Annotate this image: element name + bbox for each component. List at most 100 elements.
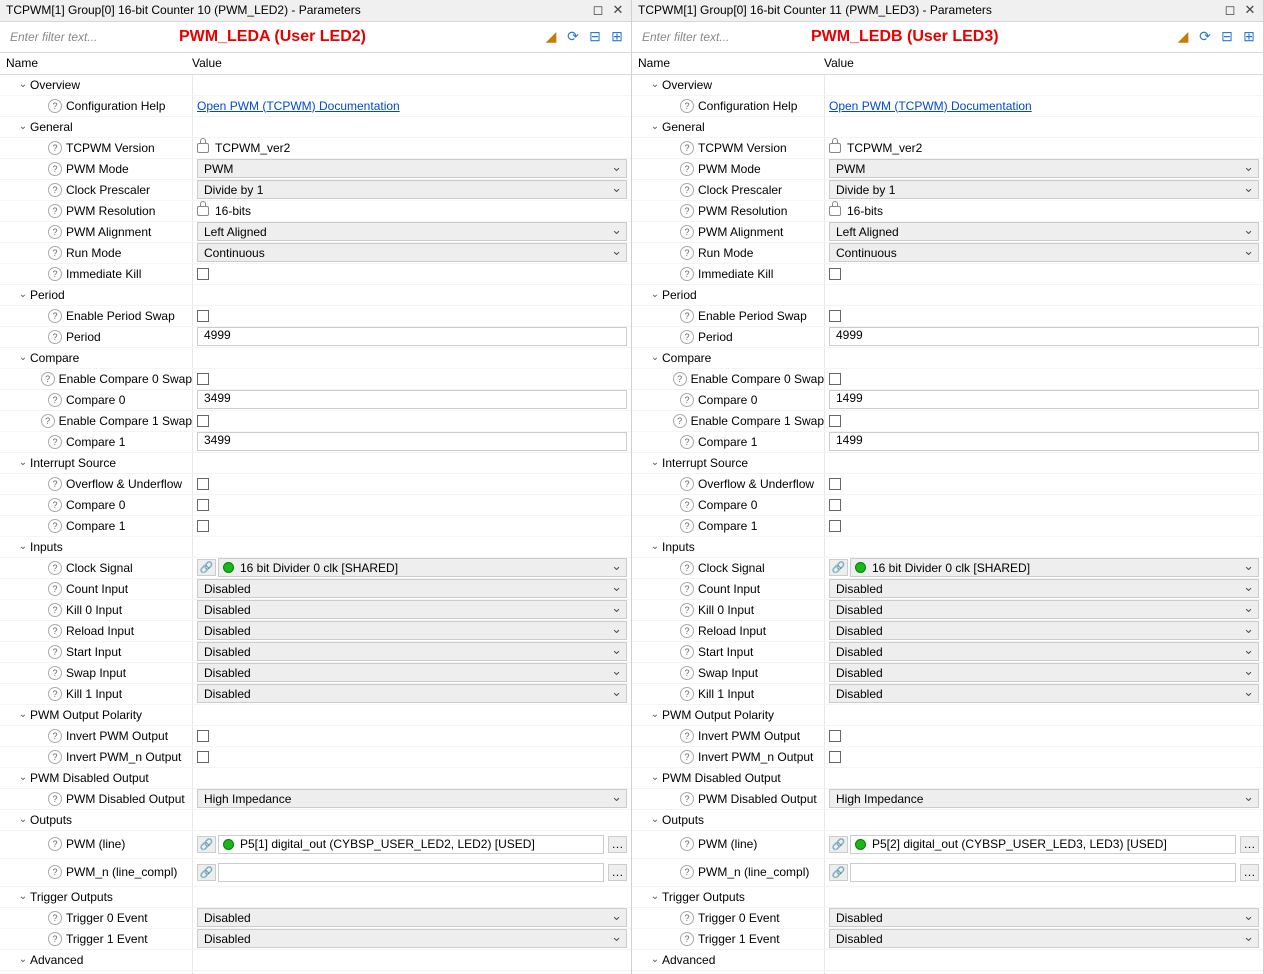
help-icon[interactable]: ? <box>680 750 694 764</box>
doc-link[interactable]: Open PWM (TCPWM) Documentation <box>829 99 1032 113</box>
help-icon[interactable]: ? <box>680 645 694 659</box>
kill1-input-dropdown[interactable]: Disabled <box>829 684 1259 703</box>
help-icon[interactable]: ? <box>48 141 62 155</box>
chevron-down-icon[interactable]: ⌄ <box>648 541 662 552</box>
help-icon[interactable]: ? <box>48 309 62 323</box>
help-icon[interactable]: ? <box>48 729 62 743</box>
help-icon[interactable]: ? <box>48 267 62 281</box>
help-icon[interactable]: ? <box>48 750 62 764</box>
chevron-down-icon[interactable]: ⌄ <box>16 954 30 965</box>
enable-compare1-swap-checkbox[interactable] <box>829 415 841 427</box>
invert-pwm-checkbox[interactable] <box>197 730 209 742</box>
clear-filter-icon[interactable]: ◢ <box>1173 27 1193 47</box>
enable-compare1-swap-checkbox[interactable] <box>197 415 209 427</box>
pwm-disabled-output-group[interactable]: ⌄PWM Disabled Output <box>0 768 631 789</box>
chevron-down-icon[interactable]: ⌄ <box>648 79 662 90</box>
interrupt-source-group[interactable]: ⌄Interrupt Source <box>632 453 1263 474</box>
chevron-down-icon[interactable]: ⌄ <box>648 814 662 825</box>
help-icon[interactable]: ? <box>680 141 694 155</box>
run-mode-dropdown[interactable]: Continuous <box>197 243 627 262</box>
reload-input-dropdown[interactable]: Disabled <box>829 621 1259 640</box>
int-compare1-checkbox[interactable] <box>829 520 841 532</box>
help-icon[interactable]: ? <box>41 372 55 386</box>
pwm-disabled-output-group[interactable]: ⌄PWM Disabled Output <box>632 768 1263 789</box>
pwm-line-field[interactable]: P5[1] digital_out (CYBSP_USER_LED2, LED2… <box>218 835 604 854</box>
pwm-mode-dropdown[interactable]: PWM <box>829 159 1259 178</box>
pwm-output-polarity-group[interactable]: ⌄PWM Output Polarity <box>0 705 631 726</box>
chevron-down-icon[interactable]: ⌄ <box>16 79 30 90</box>
trigger1-dropdown[interactable]: Disabled <box>197 929 627 948</box>
clock-signal-dropdown[interactable]: 16 bit Divider 0 clk [SHARED] <box>850 558 1259 577</box>
kill0-input-dropdown[interactable]: Disabled <box>829 600 1259 619</box>
help-icon[interactable]: ? <box>680 162 694 176</box>
pwm-line-field[interactable]: P5[2] digital_out (CYBSP_USER_LED3, LED3… <box>850 835 1236 854</box>
help-icon[interactable]: ? <box>680 498 694 512</box>
help-icon[interactable]: ? <box>48 561 62 575</box>
enable-compare0-swap-checkbox[interactable] <box>197 373 209 385</box>
compare1-input[interactable]: 1499 <box>829 432 1259 451</box>
swap-input-dropdown[interactable]: Disabled <box>197 663 627 682</box>
compare0-input[interactable]: 3499 <box>197 390 627 409</box>
browse-button[interactable]: … <box>608 864 627 881</box>
help-icon[interactable]: ? <box>48 225 62 239</box>
help-icon[interactable]: ? <box>48 666 62 680</box>
chevron-down-icon[interactable]: ⌄ <box>16 457 30 468</box>
compare-group[interactable]: ⌄Compare <box>0 348 631 369</box>
interrupt-source-group[interactable]: ⌄Interrupt Source <box>0 453 631 474</box>
advanced-group[interactable]: ⌄Advanced <box>0 950 631 971</box>
help-icon[interactable]: ? <box>48 582 62 596</box>
chevron-down-icon[interactable]: ⌄ <box>16 814 30 825</box>
help-icon[interactable]: ? <box>680 309 694 323</box>
general-group[interactable]: ⌄General <box>0 117 631 138</box>
invert-pwm-checkbox[interactable] <box>829 730 841 742</box>
chevron-down-icon[interactable]: ⌄ <box>648 772 662 783</box>
help-icon[interactable]: ? <box>680 99 694 113</box>
clock-prescaler-dropdown[interactable]: Divide by 1 <box>197 180 627 199</box>
pwm-output-polarity-group[interactable]: ⌄PWM Output Polarity <box>632 705 1263 726</box>
general-group[interactable]: ⌄General <box>632 117 1263 138</box>
chevron-down-icon[interactable]: ⌄ <box>16 772 30 783</box>
trigger0-dropdown[interactable]: Disabled <box>197 908 627 927</box>
clock-prescaler-dropdown[interactable]: Divide by 1 <box>829 180 1259 199</box>
chevron-down-icon[interactable]: ⌄ <box>16 289 30 300</box>
close-icon[interactable]: ✕ <box>1241 1 1259 19</box>
help-icon[interactable]: ? <box>680 225 694 239</box>
compare-group[interactable]: ⌄Compare <box>632 348 1263 369</box>
trigger0-dropdown[interactable]: Disabled <box>829 908 1259 927</box>
help-icon[interactable]: ? <box>680 624 694 638</box>
chevron-down-icon[interactable]: ⌄ <box>648 709 662 720</box>
help-icon[interactable]: ? <box>680 267 694 281</box>
expand-all-icon[interactable]: ⊞ <box>607 27 627 47</box>
int-overflow-checkbox[interactable] <box>197 478 209 490</box>
help-icon[interactable]: ? <box>680 519 694 533</box>
collapse-all-icon[interactable]: ⊟ <box>585 27 605 47</box>
count-input-dropdown[interactable]: Disabled <box>829 579 1259 598</box>
invert-pwm-n-checkbox[interactable] <box>829 751 841 763</box>
help-icon[interactable]: ? <box>48 865 62 879</box>
help-icon[interactable]: ? <box>48 99 62 113</box>
period-input[interactable]: 4999 <box>829 327 1259 346</box>
undock-icon[interactable]: ◻ <box>589 1 607 19</box>
outputs-group[interactable]: ⌄Outputs <box>0 810 631 831</box>
inputs-group[interactable]: ⌄Inputs <box>0 537 631 558</box>
expand-all-icon[interactable]: ⊞ <box>1239 27 1259 47</box>
chevron-down-icon[interactable]: ⌄ <box>648 352 662 363</box>
immediate-kill-checkbox[interactable] <box>197 268 209 280</box>
help-icon[interactable]: ? <box>680 183 694 197</box>
help-icon[interactable]: ? <box>680 561 694 575</box>
help-icon[interactable]: ? <box>680 246 694 260</box>
trigger-outputs-group[interactable]: ⌄Trigger Outputs <box>632 887 1263 908</box>
help-icon[interactable]: ? <box>680 603 694 617</box>
immediate-kill-checkbox[interactable] <box>829 268 841 280</box>
link-icon[interactable]: 🔗 <box>197 559 216 576</box>
help-icon[interactable]: ? <box>680 792 694 806</box>
pwm-n-line-field[interactable] <box>218 863 604 882</box>
run-mode-dropdown[interactable]: Continuous <box>829 243 1259 262</box>
pwm-alignment-dropdown[interactable]: Left Aligned <box>197 222 627 241</box>
advanced-group[interactable]: ⌄Advanced <box>632 950 1263 971</box>
help-icon[interactable]: ? <box>48 624 62 638</box>
help-icon[interactable]: ? <box>680 582 694 596</box>
help-icon[interactable]: ? <box>680 666 694 680</box>
link-icon[interactable]: 🔗 <box>197 864 216 881</box>
reload-input-dropdown[interactable]: Disabled <box>197 621 627 640</box>
